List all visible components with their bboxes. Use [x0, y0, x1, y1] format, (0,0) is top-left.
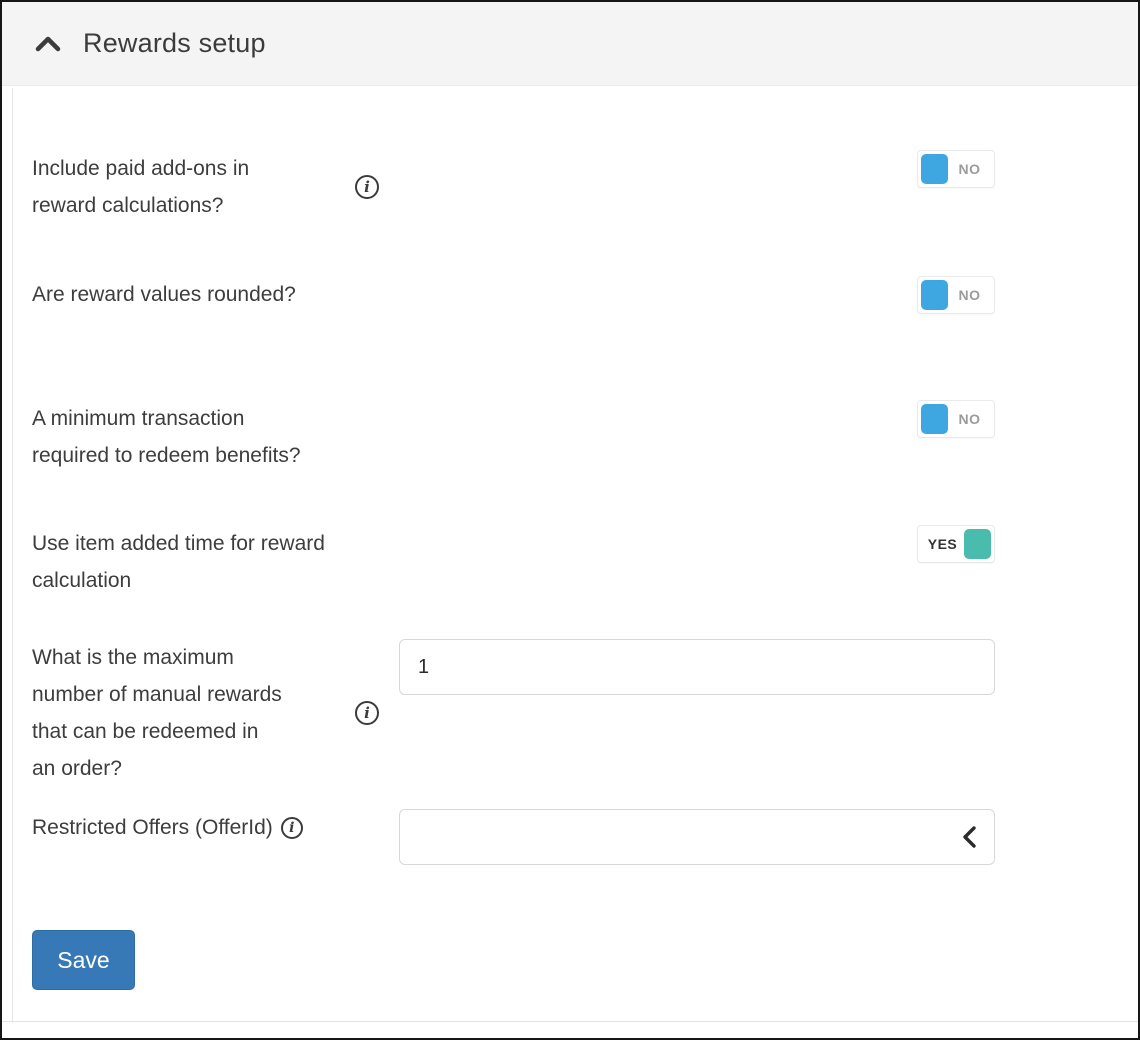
- control-cell: NO: [399, 150, 995, 188]
- field-label: Restricted Offers (OfferId) i: [32, 809, 399, 846]
- field-label-text: Use item added time for reward calculati…: [32, 525, 347, 599]
- field-label-text: Restricted Offers (OfferId): [32, 809, 273, 846]
- field-label-text: A minimum transaction required to redeem…: [32, 400, 312, 474]
- toggle-state-label: NO: [948, 411, 991, 427]
- item-added-time-toggle[interactable]: YES: [917, 525, 995, 563]
- toggle-state-label: NO: [948, 161, 991, 177]
- field-label-text: Are reward values rounded?: [32, 276, 296, 313]
- paid-addons-toggle[interactable]: NO: [917, 150, 995, 188]
- info-icon[interactable]: i: [355, 701, 379, 725]
- field-label-text: What is the maximum number of manual rew…: [32, 639, 287, 787]
- rewards-setup-form: Include paid add-ons in reward calculati…: [2, 86, 1138, 990]
- chevron-left-icon: [961, 825, 978, 849]
- panel-bottom-border: [2, 1021, 1138, 1022]
- restricted-offers-select[interactable]: [399, 809, 995, 865]
- panel-header: Rewards setup: [2, 2, 1138, 86]
- form-row-max-manual-rewards: What is the maximum number of manual rew…: [32, 639, 995, 787]
- field-label: A minimum transaction required to redeem…: [32, 400, 399, 474]
- min-transaction-toggle[interactable]: NO: [917, 400, 995, 438]
- form-row-rounded-values: Are reward values rounded? NO: [32, 276, 995, 314]
- toggle-knob: [964, 529, 991, 559]
- form-row-paid-addons: Include paid add-ons in reward calculati…: [32, 150, 995, 224]
- field-label: What is the maximum number of manual rew…: [32, 639, 399, 787]
- form-row-restricted-offers: Restricted Offers (OfferId) i: [32, 809, 995, 865]
- control-cell: [399, 639, 995, 695]
- panel-left-border: [12, 88, 13, 1023]
- control-cell: NO: [399, 400, 995, 438]
- control-cell: YES: [399, 525, 995, 563]
- toggle-state-label: YES: [921, 536, 964, 552]
- form-row-min-transaction: A minimum transaction required to redeem…: [32, 400, 995, 474]
- collapse-panel-button[interactable]: [35, 34, 61, 54]
- rewards-setup-panel: { "panel": { "title": "Rewards setup" },…: [0, 0, 1140, 1040]
- field-label: Include paid add-ons in reward calculati…: [32, 150, 399, 224]
- max-manual-rewards-input[interactable]: [399, 639, 995, 695]
- toggle-knob: [921, 280, 948, 310]
- field-label-text: Include paid add-ons in reward calculati…: [32, 150, 307, 224]
- save-button[interactable]: Save: [32, 930, 135, 990]
- field-label: Use item added time for reward calculati…: [32, 525, 399, 599]
- field-label: Are reward values rounded?: [32, 276, 399, 313]
- info-icon[interactable]: i: [355, 175, 379, 199]
- toggle-knob: [921, 154, 948, 184]
- toggle-knob: [921, 404, 948, 434]
- chevron-up-icon: [35, 35, 61, 53]
- info-icon[interactable]: i: [281, 817, 303, 839]
- control-cell: NO: [399, 276, 995, 314]
- form-row-item-added-time: Use item added time for reward calculati…: [32, 525, 995, 599]
- page-title: Rewards setup: [83, 28, 266, 59]
- rounded-values-toggle[interactable]: NO: [917, 276, 995, 314]
- control-cell: [399, 809, 995, 865]
- toggle-state-label: NO: [948, 287, 991, 303]
